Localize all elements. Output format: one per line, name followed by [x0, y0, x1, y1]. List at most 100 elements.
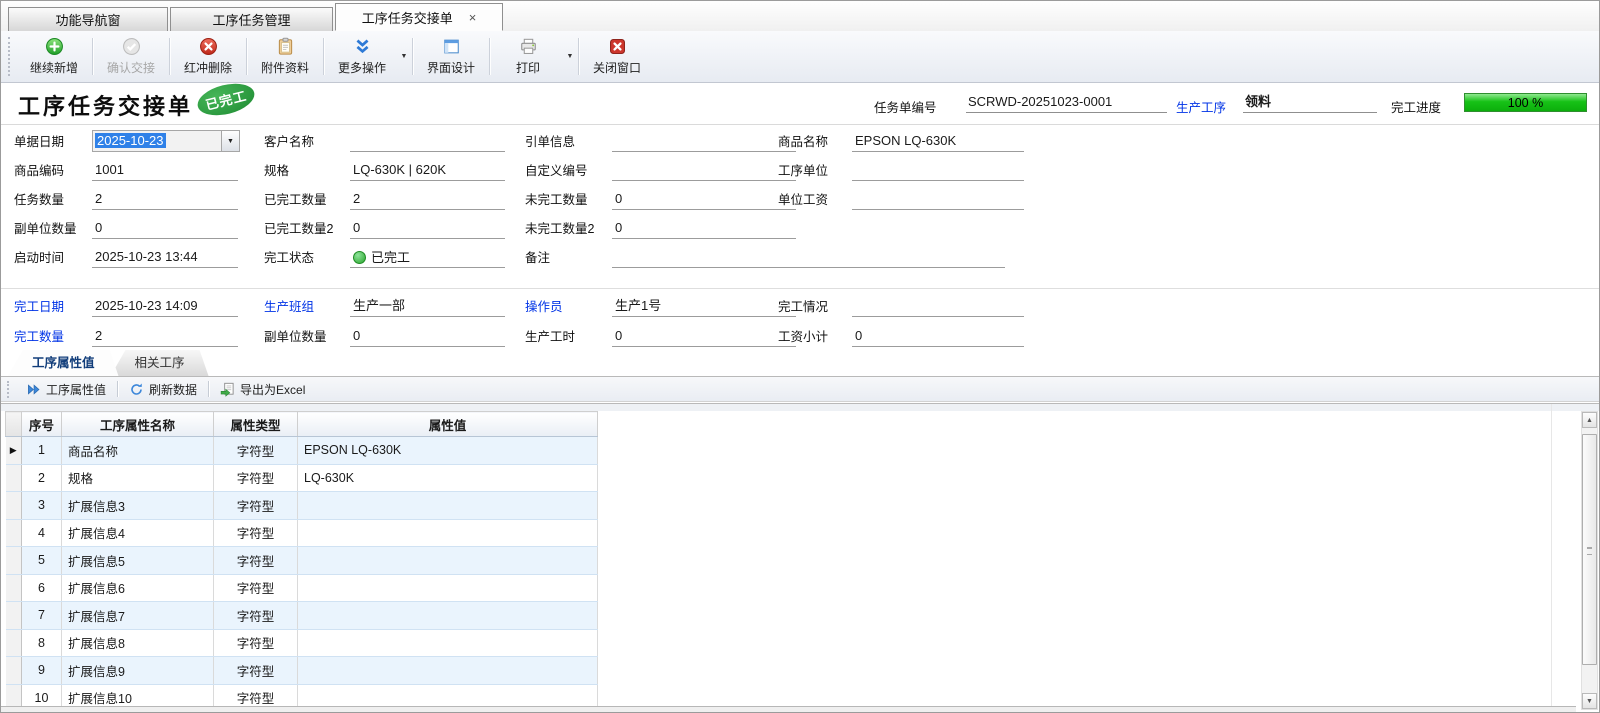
column-header[interactable]: 属性类型 — [214, 412, 298, 437]
close-window-group: 关闭窗口 — [581, 31, 653, 82]
start-time-field[interactable]: 2025-10-23 13:44 — [92, 247, 238, 268]
close-window-button[interactable]: 关闭窗口 — [581, 31, 653, 82]
document-header: 工序任务交接单 已完工 任务单编号 SCRWD-20251023-0001 生产… — [0, 84, 1600, 125]
prod-team-label[interactable]: 生产班组 — [264, 297, 314, 317]
task-no-field[interactable]: SCRWD-20251023-0001 — [966, 92, 1167, 113]
cell-no: 4 — [22, 519, 62, 547]
tab-process-attributes-label: 工序属性值 — [32, 356, 95, 370]
more-actions-button[interactable]: 更多操作 — [326, 31, 398, 82]
window-tab-task-management[interactable]: 工序任务管理 — [170, 7, 333, 31]
column-header[interactable]: 属性值 — [298, 412, 598, 437]
table-row[interactable]: 3扩展信息3字符型 — [6, 492, 598, 520]
table-row[interactable]: ▶1商品名称字符型EPSON LQ-630K — [6, 437, 598, 465]
unfinished-qty-field[interactable]: 0 — [612, 189, 796, 210]
table-row[interactable]: 7扩展信息7字符型 — [6, 602, 598, 630]
column-header[interactable]: 工序属性名称 — [62, 412, 214, 437]
tab-process-attributes[interactable]: 工序属性值 — [8, 350, 119, 376]
scroll-up-icon[interactable]: ▲ — [1582, 412, 1597, 428]
finish-date-field[interactable]: 2025-10-23 14:09 — [92, 296, 238, 317]
finish-date-label[interactable]: 完工日期 — [14, 297, 64, 317]
export-excel-button[interactable]: 导出为Excel — [212, 379, 313, 400]
process-link-label[interactable]: 生产工序 — [1176, 97, 1226, 116]
cell-attr-value — [298, 574, 598, 602]
spec-label: 规格 — [264, 161, 289, 181]
window-tab-nav-panel[interactable]: 功能导航窗 — [8, 7, 168, 31]
finish-status-field[interactable]: 已完工 — [350, 247, 505, 268]
spec-field[interactable]: LQ-630K | 620K — [350, 160, 505, 181]
red-flush-delete-group: 红冲删除 — [172, 31, 244, 82]
tab-related-processes[interactable]: 相关工序 — [111, 350, 209, 376]
ui-design-label: 界面设计 — [427, 59, 475, 76]
cell-attr-type: 字符型 — [214, 684, 298, 707]
column-header[interactable]: 序号 — [22, 412, 62, 437]
scroll-down-icon[interactable]: ▼ — [1582, 693, 1597, 709]
scrollbar-thumb[interactable] — [1582, 434, 1597, 665]
ui-design-group: 界面设计 — [415, 31, 487, 82]
table-row[interactable]: 5扩展信息5字符型 — [6, 547, 598, 575]
refresh-data-button[interactable]: 刷新数据 — [121, 379, 205, 400]
confirm-handover-label: 确认交接 — [107, 59, 155, 76]
product-code-field[interactable]: 1001 — [92, 160, 238, 181]
finish-situation-field[interactable] — [852, 296, 1024, 317]
table-row[interactable]: 9扩展信息9字符型 — [6, 657, 598, 685]
product-name-field[interactable]: EPSON LQ-630K — [852, 131, 1024, 152]
row-selector-cell — [6, 492, 22, 520]
table-row[interactable]: 6扩展信息6字符型 — [6, 574, 598, 602]
export-excel-icon — [220, 382, 235, 397]
customer-name-label: 客户名称 — [264, 132, 314, 152]
operator-field[interactable]: 生产1号 — [612, 296, 796, 317]
remark-field[interactable] — [612, 247, 1005, 268]
task-qty-field[interactable]: 2 — [92, 189, 238, 210]
prod-team-field[interactable]: 生产一部 — [350, 296, 505, 317]
sub-unit-qty-field[interactable]: 0 — [92, 218, 238, 239]
red-flush-delete-button[interactable]: 红冲删除 — [172, 31, 244, 82]
row-selector-cell — [6, 547, 22, 575]
finish-qty-label[interactable]: 完工数量 — [14, 327, 64, 347]
vertical-scrollbar[interactable]: ▲ ▼ — [1581, 411, 1598, 710]
finished-qty2-field[interactable]: 0 — [350, 218, 505, 239]
doc-date-combobox[interactable]: 2025-10-23▼ — [92, 130, 240, 152]
attachment-files-button[interactable]: 附件资料 — [249, 31, 321, 82]
print-button[interactable]: 打印 — [492, 31, 564, 82]
finish-sub-unit-qty-field[interactable]: 0 — [350, 326, 505, 347]
process-attributes-button[interactable]: 工序属性值 — [18, 379, 114, 400]
finish-qty-field[interactable]: 2 — [92, 326, 238, 347]
tab-close-icon[interactable]: × — [469, 11, 477, 24]
dropdown-arrow-icon[interactable]: ▼ — [398, 31, 410, 82]
dropdown-arrow-icon[interactable]: ▼ — [564, 31, 576, 82]
customer-name-field[interactable] — [350, 131, 505, 152]
prod-hours-field[interactable]: 0 — [612, 326, 796, 347]
unit-wage-label: 单位工资 — [778, 190, 828, 210]
confirm-handover-button[interactable]: 确认交接 — [95, 31, 167, 82]
window-tab-handover[interactable]: 工序任务交接单× — [335, 3, 503, 31]
combo-dropdown-icon[interactable]: ▼ — [221, 131, 239, 151]
wage-subtotal-field[interactable]: 0 — [852, 326, 1024, 347]
table-row[interactable]: 8扩展信息8字符型 — [6, 629, 598, 657]
unfinished-qty2-field[interactable]: 0 — [612, 218, 796, 239]
ui-design-button[interactable]: 界面设计 — [415, 31, 487, 82]
detail-toolbar-grip[interactable] — [7, 381, 13, 398]
ref-order-info-field[interactable] — [612, 131, 796, 152]
table-row[interactable]: 10扩展信息10字符型 — [6, 684, 598, 707]
ref-order-info-label: 引单信息 — [525, 132, 575, 152]
operator-label[interactable]: 操作员 — [525, 297, 563, 317]
close-window-label: 关闭窗口 — [593, 59, 641, 76]
custom-no-field[interactable] — [612, 160, 796, 181]
finished-qty-field[interactable]: 2 — [350, 189, 505, 210]
cell-no: 2 — [22, 464, 62, 492]
row-selector-cell — [6, 574, 22, 602]
table-row[interactable]: 4扩展信息4字符型 — [6, 519, 598, 547]
progress-bar: 100 % — [1464, 93, 1587, 112]
close-window-icon — [608, 37, 627, 56]
cell-attr-type: 字符型 — [214, 437, 298, 465]
continue-add-button[interactable]: 继续新增 — [18, 31, 90, 82]
process-unit-field[interactable] — [852, 160, 1024, 181]
table-row[interactable]: 2规格字符型LQ-630K — [6, 464, 598, 492]
unit-wage-field[interactable] — [852, 189, 1024, 210]
delete-icon — [199, 37, 218, 56]
process-field[interactable]: 领料 — [1243, 92, 1377, 113]
remark-label: 备注 — [525, 248, 550, 268]
table-header-row: 序号工序属性名称属性类型属性值 — [6, 412, 598, 437]
toolbar-separator — [578, 38, 579, 75]
toolbar-grip[interactable] — [8, 37, 14, 76]
